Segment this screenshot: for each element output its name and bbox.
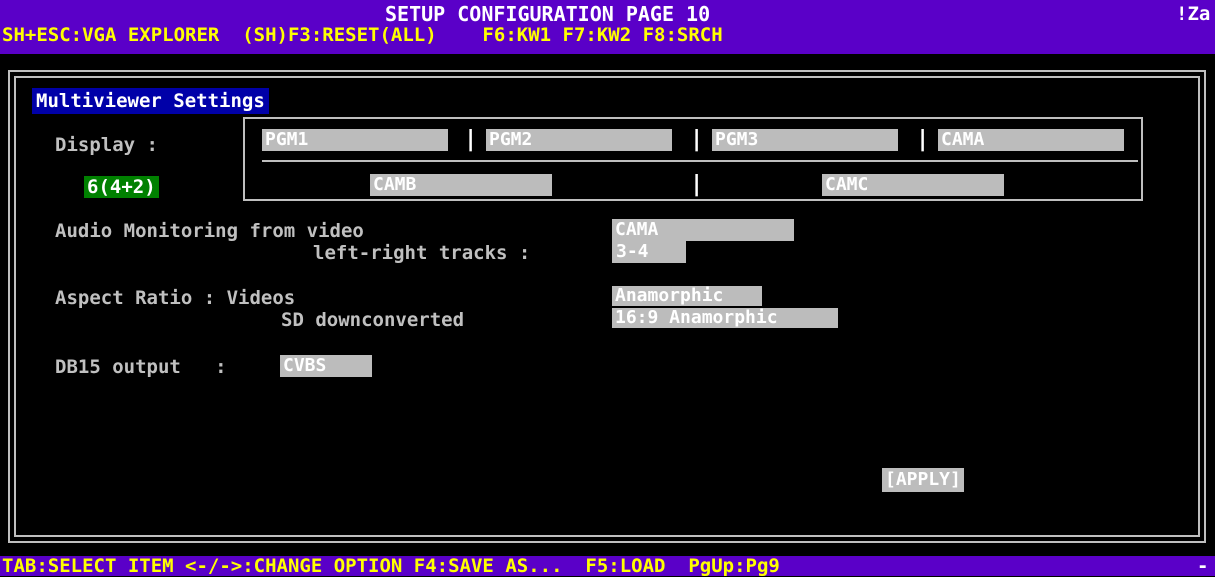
slot-divider: | bbox=[690, 172, 704, 197]
display-slot-6[interactable]: CAMC bbox=[822, 174, 1004, 196]
shortcut-hints: SH+ESC:VGA EXPLORER (SH)F3:RESET(ALL) F6… bbox=[2, 24, 723, 46]
corner-indicator: !Za bbox=[1176, 3, 1211, 25]
display-label: Display : bbox=[55, 134, 158, 156]
footer-dash: - bbox=[1197, 555, 1209, 577]
sd-downconverted-field[interactable]: 16:9 Anamorphic bbox=[612, 308, 838, 328]
display-slot-2[interactable]: PGM2 bbox=[486, 129, 672, 151]
slot-divider: | bbox=[690, 127, 704, 152]
footer-hints: TAB:SELECT ITEM <-/->:CHANGE OPTION F4:S… bbox=[2, 555, 780, 577]
tracks-field[interactable]: 3-4 bbox=[612, 241, 686, 263]
db15-output-label: DB15 output : bbox=[55, 356, 227, 378]
page-title: SETUP CONFIGURATION PAGE 10 bbox=[385, 2, 711, 26]
sd-downconverted-label: SD downconverted bbox=[281, 309, 465, 331]
display-separator bbox=[262, 160, 1138, 162]
audio-monitoring-label: Audio Monitoring from video bbox=[55, 220, 364, 242]
slot-divider: | bbox=[464, 127, 478, 152]
apply-button[interactable]: [APPLY] bbox=[882, 468, 964, 492]
display-slot-4[interactable]: CAMA bbox=[938, 129, 1124, 151]
db15-output-field[interactable]: CVBS bbox=[280, 355, 372, 377]
slot-divider: | bbox=[916, 127, 930, 152]
display-slot-1[interactable]: PGM1 bbox=[262, 129, 448, 151]
section-title: Multiviewer Settings bbox=[32, 88, 269, 114]
audio-source-field[interactable]: CAMA bbox=[612, 219, 794, 241]
display-mode-selector[interactable]: 6(4+2) bbox=[84, 176, 159, 198]
tracks-label: left-right tracks : bbox=[313, 242, 531, 264]
aspect-videos-field[interactable]: Anamorphic bbox=[612, 286, 762, 306]
display-slot-5[interactable]: CAMB bbox=[370, 174, 552, 196]
aspect-ratio-label: Aspect Ratio : Videos bbox=[55, 287, 296, 309]
display-slot-3[interactable]: PGM3 bbox=[712, 129, 898, 151]
